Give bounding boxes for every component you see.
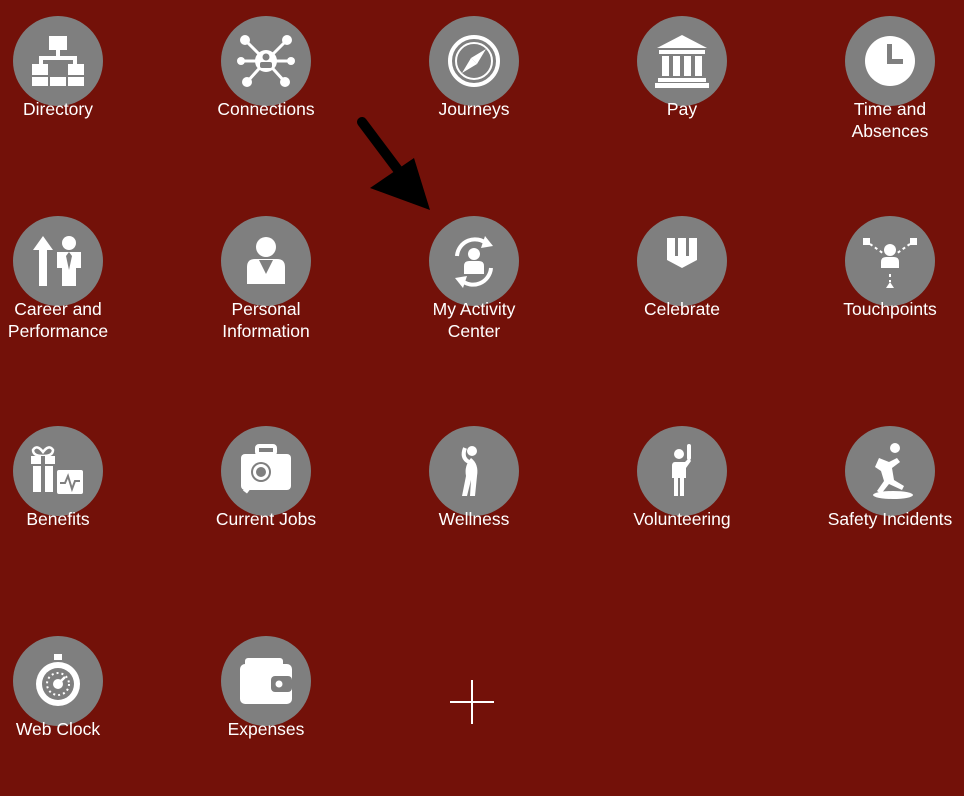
benefits-circle — [13, 426, 103, 516]
webclock-circle — [13, 636, 103, 726]
wallet-icon — [240, 658, 292, 704]
tile-benefits[interactable]: Benefits — [0, 426, 158, 586]
tile-label: Personal Information — [222, 299, 310, 341]
touchpoints-icon — [863, 238, 917, 288]
tile-connections[interactable]: Connections — [166, 16, 366, 176]
time-circle — [845, 16, 935, 106]
personal-circle — [221, 216, 311, 306]
tile-touchpoints[interactable]: Touchpoints — [790, 216, 964, 376]
tile-celebrate[interactable]: Celebrate — [582, 216, 782, 376]
tile-directory[interactable]: Directory — [0, 16, 158, 176]
briefcase-search-icon — [241, 444, 291, 494]
wellness-circle — [429, 426, 519, 516]
tile-label: Celebrate — [644, 299, 720, 319]
journeys-circle — [429, 16, 519, 106]
celebrate-circle — [637, 216, 727, 306]
tile-personal-information[interactable]: Personal Information — [166, 216, 366, 376]
directory-circle — [13, 16, 103, 106]
connections-circle — [221, 16, 311, 106]
tile-label: My Activity Center — [432, 299, 516, 341]
expenses-circle — [221, 636, 311, 726]
tile-label: Volunteering — [633, 509, 731, 529]
tile-web-clock[interactable]: Web Clock — [0, 636, 158, 796]
activity-circle — [429, 216, 519, 306]
touchpoints-circle — [845, 216, 935, 306]
slip-fall-icon — [873, 443, 913, 499]
tile-label: Pay — [666, 99, 698, 119]
directory-icon — [32, 36, 84, 86]
tile-label: Time and Absences — [851, 99, 929, 141]
tile-label: Safety Incidents — [827, 509, 953, 529]
activity-center-icon — [455, 236, 493, 288]
stopwatch-icon — [36, 654, 80, 706]
tile-career-and-performance[interactable]: Career and Performance — [0, 216, 158, 376]
tile-expenses[interactable]: Expenses — [166, 636, 366, 796]
tile-safety-incidents[interactable]: Safety Incidents — [790, 426, 964, 586]
person-icon — [247, 237, 285, 284]
jobs-circle — [221, 426, 311, 516]
tile-label: Touchpoints — [843, 299, 937, 319]
career-icon — [33, 236, 81, 286]
tile-label: Connections — [217, 99, 315, 119]
bank-icon — [655, 35, 709, 88]
tile-label: Benefits — [26, 509, 90, 529]
volunteering-circle — [637, 426, 727, 516]
compass-icon — [448, 35, 500, 87]
tile-current-jobs[interactable]: Current Jobs — [166, 426, 366, 586]
tile-label: Journeys — [438, 99, 510, 119]
tile-wellness[interactable]: Wellness — [374, 426, 574, 586]
tile-my-activity-center[interactable]: My Activity Center — [374, 216, 574, 376]
benefits-icon — [31, 446, 83, 494]
celebrate-icon — [667, 238, 697, 268]
tile-label: Web Clock — [15, 719, 101, 739]
safety-circle — [845, 426, 935, 516]
career-circle — [13, 216, 103, 306]
pointer-arrow-icon — [357, 117, 430, 210]
raised-hand-person-icon — [672, 444, 691, 496]
tile-label: Wellness — [438, 509, 510, 529]
tile-time-and-absences[interactable]: Time and Absences — [790, 16, 964, 176]
tile-label: Expenses — [227, 719, 305, 739]
tile-label: Directory — [22, 99, 93, 119]
tile-label: Career and Performance — [7, 299, 109, 341]
pay-circle — [637, 16, 727, 106]
tile-label: Current Jobs — [215, 509, 317, 529]
tile-volunteering[interactable]: Volunteering — [582, 426, 782, 586]
add-tile-plus-icon[interactable] — [448, 678, 496, 726]
stretching-person-icon — [461, 446, 478, 496]
clock-icon — [865, 36, 915, 86]
connections-icon — [237, 35, 295, 87]
tile-pay[interactable]: Pay — [582, 16, 782, 176]
